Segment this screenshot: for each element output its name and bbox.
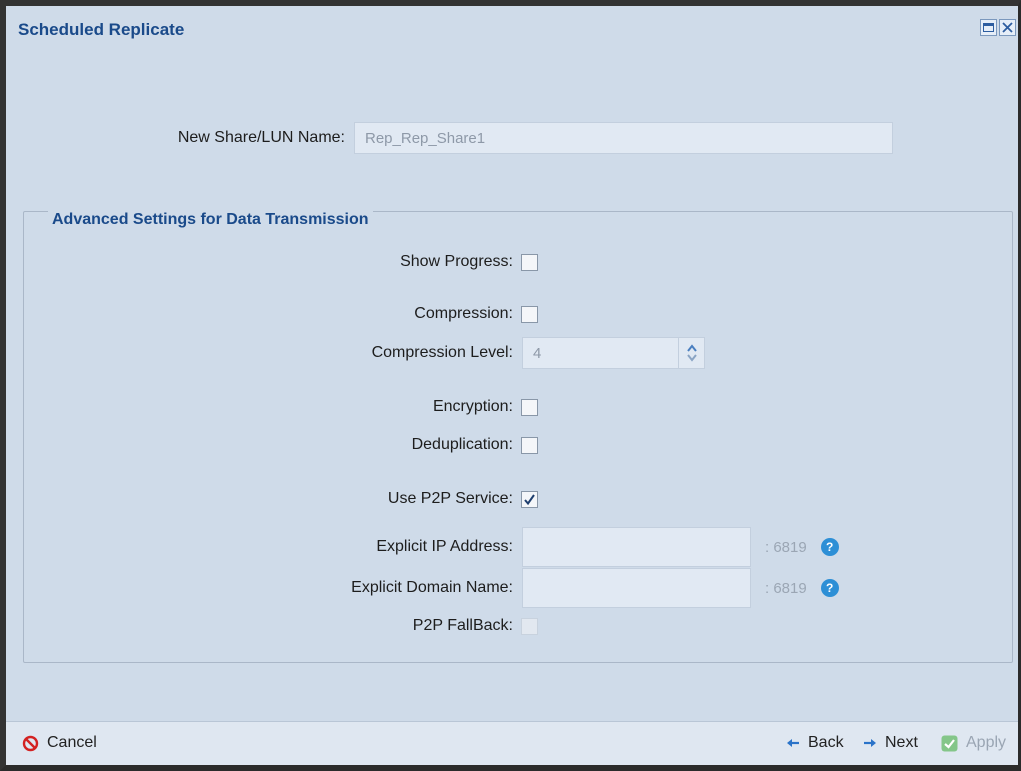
deduplication-row: Deduplication: — [6, 436, 538, 454]
p2p-fallback-label: P2P FallBack: — [412, 617, 513, 634]
back-label: Back — [808, 734, 844, 751]
share-name-row: New Share/LUN Name: Rep_Rep_Share1 — [6, 122, 893, 154]
encryption-checkbox[interactable] — [521, 398, 538, 416]
show-progress-label: Show Progress: — [400, 253, 513, 270]
cancel-icon — [22, 735, 39, 751]
apply-label: Apply — [966, 734, 1007, 751]
explicit-domain-row: Explicit Domain Name: : 6819 ? — [6, 568, 839, 608]
apply-button[interactable]: Apply — [941, 734, 1006, 752]
explicit-ip-port: : 6819 — [765, 538, 807, 556]
explicit-domain-port: : 6819 — [765, 579, 807, 597]
explicit-ip-input[interactable] — [522, 527, 751, 567]
show-progress-row: Show Progress: — [6, 253, 538, 271]
help-icon[interactable]: ? — [820, 538, 839, 556]
deduplication-checkbox[interactable] — [521, 436, 538, 454]
p2p-fallback-row: P2P FallBack: — [6, 617, 538, 635]
help-icon[interactable]: ? — [820, 579, 839, 597]
share-name-input[interactable]: Rep_Rep_Share1 — [354, 122, 893, 154]
compression-level-spinner[interactable] — [679, 337, 705, 369]
scheduled-replicate-window: Scheduled Replicate New Share/LUN Name: … — [0, 0, 1021, 771]
advanced-settings-legend: Advanced Settings for Data Transmission — [48, 211, 373, 229]
cancel-label: Cancel — [47, 734, 97, 751]
deduplication-label: Deduplication: — [411, 436, 513, 453]
compression-level-input[interactable]: 4 — [522, 337, 679, 369]
compression-row: Compression: — [6, 305, 538, 323]
back-button[interactable]: Back — [786, 734, 844, 752]
cancel-button[interactable]: Cancel — [22, 734, 97, 752]
show-progress-checkbox[interactable] — [521, 253, 538, 271]
compression-level-row: Compression Level: 4 — [6, 337, 705, 369]
title-bar: Scheduled Replicate — [6, 6, 1018, 52]
next-label: Next — [885, 734, 918, 751]
compression-level-label: Compression Level: — [371, 344, 513, 361]
compression-label: Compression: — [414, 305, 513, 322]
next-button[interactable]: Next — [863, 734, 918, 752]
window-title: Scheduled Replicate — [18, 20, 185, 39]
arrow-right-icon — [864, 739, 876, 747]
encryption-row: Encryption: — [6, 398, 538, 416]
apply-icon — [941, 735, 958, 751]
window-controls — [980, 19, 1016, 36]
compression-checkbox[interactable] — [521, 305, 538, 323]
explicit-domain-input[interactable] — [522, 568, 751, 608]
maximize-icon[interactable] — [980, 19, 997, 36]
p2p-fallback-checkbox[interactable] — [521, 617, 538, 635]
checkmark-icon — [524, 493, 535, 505]
use-p2p-label: Use P2P Service: — [387, 490, 513, 507]
explicit-domain-label: Explicit Domain Name: — [351, 579, 513, 596]
use-p2p-checkbox[interactable] — [521, 490, 538, 508]
use-p2p-row: Use P2P Service: — [6, 490, 538, 508]
explicit-ip-row: Explicit IP Address: : 6819 ? — [6, 527, 839, 567]
share-name-label: New Share/LUN Name: — [177, 129, 345, 146]
footer-bar: Cancel Back Next Apply — [6, 721, 1018, 765]
arrow-left-icon — [787, 739, 799, 747]
explicit-ip-label: Explicit IP Address: — [376, 538, 513, 555]
encryption-label: Encryption: — [432, 398, 513, 415]
close-icon[interactable] — [999, 19, 1016, 36]
